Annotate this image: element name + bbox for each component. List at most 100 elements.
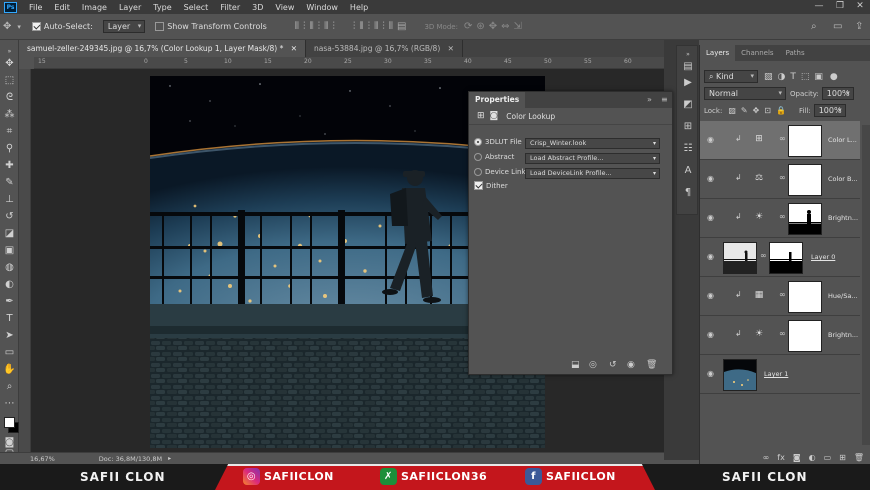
zoom-tool[interactable]: ⌕ [2, 379, 17, 394]
clip-to-layer-icon[interactable]: ⬓ [571, 360, 580, 370]
layer-name[interactable]: Layer 0 [811, 253, 835, 261]
mask-link-icon[interactable]: ∞ [760, 251, 767, 260]
sliders-icon[interactable]: ☷ [681, 142, 695, 156]
healing-brush-tool[interactable]: ✚ [2, 158, 17, 173]
gradient-tool[interactable]: ▣ [2, 243, 17, 258]
auto-select-dropdown[interactable]: Layer [102, 20, 146, 33]
abstract-radio[interactable] [474, 153, 482, 161]
layer-row-layer-0[interactable]: ◉ ∞ Layer 0 [700, 238, 860, 277]
layer-row-hue-saturation[interactable]: ◉ ↲ ▦ ∞ Hue/Sa... [700, 277, 860, 316]
opacity-field[interactable]: 100% [821, 87, 854, 100]
eyedropper-tool[interactable]: ⚲ [2, 141, 17, 156]
menu-help[interactable]: Help [344, 3, 374, 12]
layers-scrollbar[interactable] [862, 125, 870, 445]
dither-checkbox[interactable] [474, 181, 483, 190]
visibility-eye-icon[interactable]: ◉ [707, 252, 717, 262]
menu-filter[interactable]: Filter [214, 3, 246, 12]
actions-play-icon[interactable]: ▶ [681, 76, 695, 90]
menu-view[interactable]: View [269, 3, 300, 12]
clone-stamp-tool[interactable]: ⊥ [2, 192, 17, 207]
layer-mask-thumbnail[interactable] [769, 242, 803, 274]
shape-tool[interactable]: ▭ [2, 345, 17, 360]
layer-mask-icon[interactable]: ◙ [490, 111, 499, 121]
menu-3d[interactable]: 3D [246, 3, 269, 12]
mask-link-icon[interactable]: ∞ [779, 329, 786, 338]
lasso-tool[interactable]: ᘓ [2, 90, 17, 105]
properties-tab[interactable]: Properties [469, 92, 526, 108]
new-layer-icon[interactable]: ⊞ [839, 453, 846, 462]
visibility-eye-icon[interactable]: ◉ [707, 174, 717, 184]
marquee-tool[interactable]: ⬚ [2, 73, 17, 88]
layer-row-color-lookup[interactable]: ◉ ↲ ⊞ ∞ Color L... [700, 121, 860, 160]
search-icon[interactable]: ⌕ [811, 21, 817, 32]
panel-menu-icon[interactable]: ≡ [661, 95, 668, 104]
layer-row-brightness-2[interactable]: ◉ ↲ ☀ ∞ Brightn... [700, 316, 860, 355]
layer-thumbnail[interactable] [723, 359, 757, 391]
properties-icon[interactable]: ⊞ [681, 120, 695, 134]
brush-tool[interactable]: ✎ [2, 175, 17, 190]
layer-name[interactable]: Brightn... [828, 214, 858, 222]
fill-field[interactable]: 100% [813, 104, 846, 117]
menu-window[interactable]: Window [300, 3, 344, 12]
zoom-level[interactable]: 16,67% [30, 455, 55, 463]
visibility-eye-icon[interactable]: ◉ [707, 213, 717, 223]
mask-link-icon[interactable]: ∞ [779, 212, 786, 221]
layer-mask-thumbnail[interactable] [788, 125, 822, 157]
restore-button[interactable]: ❐ [833, 1, 847, 12]
visibility-eye-icon[interactable]: ◉ [707, 330, 717, 340]
status-menu-chevron-icon[interactable]: ▸ [168, 455, 171, 462]
mask-icon[interactable]: ◙ [793, 453, 801, 462]
layer-mask-thumbnail[interactable] [788, 203, 822, 235]
tab-channels[interactable]: Channels [735, 45, 779, 61]
lock-icons[interactable]: ▨✎✥⊡🔒 [728, 106, 791, 115]
visibility-eye-icon[interactable]: ◉ [707, 291, 717, 301]
menu-image[interactable]: Image [76, 3, 113, 12]
tab-layers[interactable]: Layers [700, 45, 736, 61]
abstract-dropdown[interactable]: Load Abstract Profile... [525, 153, 660, 164]
layer-row-brightness-1[interactable]: ◉ ↲ ☀ ∞ Brightn... [700, 199, 860, 238]
dodge-tool[interactable]: ◐ [2, 277, 17, 292]
auto-select-checkbox[interactable] [31, 22, 41, 31]
device-link-radio[interactable] [474, 168, 482, 176]
foreground-color-swatch[interactable] [4, 417, 15, 428]
filter-toggle-icon[interactable]: ● [830, 72, 838, 82]
crop-tool[interactable]: ⌗ [2, 124, 17, 139]
minimize-button[interactable]: — [812, 1, 826, 12]
layer-thumbnail[interactable] [723, 242, 757, 274]
history-icon[interactable]: ▤ [681, 60, 695, 74]
close-window-button[interactable]: ✕ [853, 1, 867, 12]
mask-link-icon[interactable]: ∞ [779, 173, 786, 182]
distribute-icons[interactable]: ⫶⫴⫶⫴⫶⫴▤ [353, 21, 411, 32]
link-icon[interactable]: ∞ [763, 453, 770, 462]
path-select-tool[interactable]: ➤ [2, 328, 17, 343]
paragraph-icon[interactable]: ¶ [681, 186, 695, 200]
reset-icon[interactable]: ↺ [609, 360, 617, 370]
folder-icon[interactable]: ▭ [824, 453, 832, 462]
lut-file-dropdown[interactable]: Crisp_Winter.look [525, 138, 660, 149]
layer-mask-thumbnail[interactable] [788, 164, 822, 196]
menu-select[interactable]: Select [178, 3, 215, 12]
mask-link-icon[interactable]: ∞ [779, 134, 786, 143]
fx-icon[interactable]: fx [777, 453, 785, 462]
layer-row-color-balance[interactable]: ◉ ↲ ⚖ ∞ Color B... [700, 160, 860, 199]
move-tool[interactable]: ✥ [2, 56, 17, 71]
blur-tool[interactable]: ◍ [2, 260, 17, 275]
adjustments-icon[interactable]: ◩ [681, 98, 695, 112]
3d-mode-icons[interactable]: ⟳⊛✥⇔⇲ [464, 21, 526, 32]
view-previous-icon[interactable]: ◎ [589, 360, 597, 370]
pen-tool[interactable]: ✒ [2, 294, 17, 309]
align-icons[interactable]: ⫴⫶⫴⫶⫴⫶ [295, 21, 339, 32]
kind-filter-dropdown[interactable]: ⌕ Kind [704, 70, 758, 83]
quick-select-tool[interactable]: ⁂ [2, 107, 17, 122]
layer-name[interactable]: Layer 1 [764, 370, 788, 378]
layer-name[interactable]: Brightn... [828, 331, 858, 339]
hand-tool[interactable]: ✋ [2, 362, 17, 377]
close-tab-icon[interactable]: ✕ [448, 44, 454, 53]
more-tools-icon[interactable]: ⋯ [2, 396, 17, 411]
workspace-icon[interactable]: ▭ [833, 21, 842, 32]
device-link-dropdown[interactable]: Load DeviceLink Profile... [525, 168, 660, 179]
menu-file[interactable]: File [23, 3, 48, 12]
tab-paths[interactable]: Paths [780, 45, 811, 61]
collapse-icon[interactable]: » [647, 95, 652, 104]
ruler-horizontal[interactable]: 15 0 5 10 15 20 25 30 35 40 45 50 55 60 [34, 57, 664, 69]
